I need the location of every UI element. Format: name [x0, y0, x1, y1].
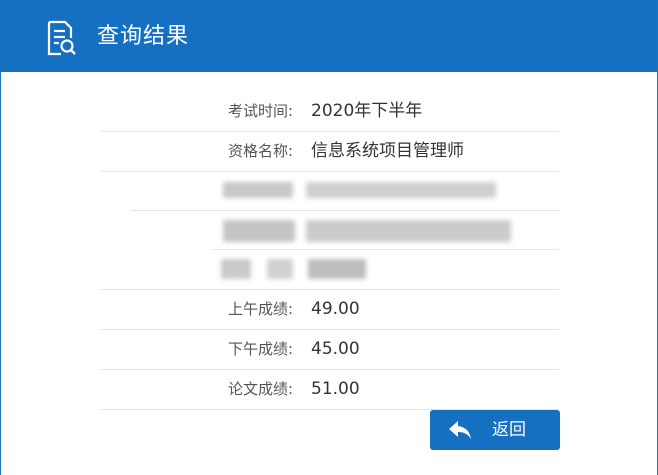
back-button[interactable]: 返回 [430, 410, 560, 450]
qualification-label: 资格名称: [227, 142, 293, 160]
row-redacted-2 [101, 211, 559, 250]
afternoon-score-label: 下午成绩: [227, 340, 293, 358]
redacted-label-1 [223, 182, 293, 198]
redacted-value-2 [306, 220, 511, 242]
redacted-label-2 [223, 220, 295, 242]
results-page: 查询结果 考试时间: 2020年下半年 资格名称: 信息系统项目管理师 上午成绩… [0, 0, 658, 475]
row-essay-score: 论文成绩: 51.00 [101, 370, 559, 410]
qualification-value: 信息系统项目管理师 [311, 141, 464, 161]
redacted-label-3 [221, 259, 251, 279]
reply-arrow-icon [449, 421, 471, 439]
row-qualification: 资格名称: 信息系统项目管理师 [101, 132, 559, 172]
redacted-value-1 [306, 182, 496, 198]
morning-score-label: 上午成绩: [227, 300, 293, 318]
redacted-value-3 [308, 259, 366, 279]
essay-score-value: 51.00 [311, 379, 360, 399]
morning-score-value: 49.00 [311, 299, 360, 319]
page-header: 查询结果 [1, 0, 657, 72]
results-table: 考试时间: 2020年下半年 资格名称: 信息系统项目管理师 上午成绩: 49.… [101, 92, 559, 410]
document-search-icon [47, 20, 76, 56]
row-redacted-3 [101, 250, 559, 290]
row-redacted-1 [101, 172, 559, 211]
row-afternoon-score: 下午成绩: 45.00 [101, 330, 559, 370]
exam-time-label: 考试时间: [227, 102, 293, 120]
exam-time-value: 2020年下半年 [311, 101, 423, 121]
row-exam-time: 考试时间: 2020年下半年 [101, 92, 559, 132]
redacted-label-3b [267, 259, 293, 279]
page-title: 查询结果 [97, 24, 190, 49]
essay-score-label: 论文成绩: [227, 380, 293, 398]
row-morning-score: 上午成绩: 49.00 [101, 290, 559, 330]
back-button-label: 返回 [492, 420, 526, 439]
afternoon-score-value: 45.00 [311, 339, 360, 359]
